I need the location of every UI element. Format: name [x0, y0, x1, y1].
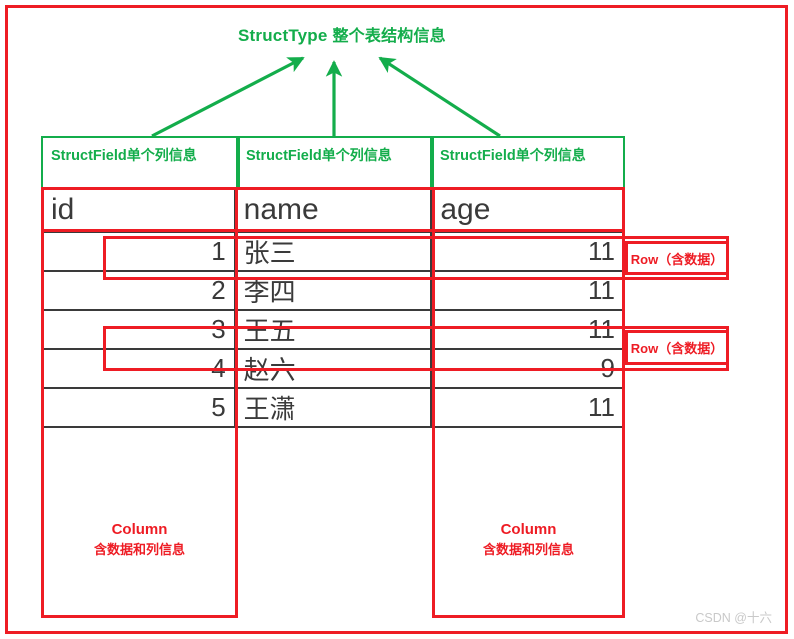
column-callout-id-title: Column — [111, 521, 168, 538]
csdn-watermark: CSDN @十六 — [695, 611, 772, 625]
cell-id-0: 1 — [41, 231, 236, 272]
table-row: 3 王五 11 — [41, 309, 625, 350]
diagram-canvas: StructType 整个表结构信息 StructField单个列信息 Stru… — [0, 0, 794, 639]
row-callout-label-2: Row（含数据） — [630, 341, 724, 356]
row-callout-1: Row（含数据） — [625, 241, 729, 275]
cell-age-3: 9 — [430, 348, 625, 389]
table-row: 4 赵六 9 — [41, 348, 625, 389]
table-header-name: name — [233, 187, 433, 233]
cell-id-4: 5 — [41, 387, 236, 428]
table-row: 2 李四 11 — [41, 270, 625, 311]
cell-id-1: 2 — [41, 270, 236, 311]
structfield-label-2-en: StructField — [440, 148, 516, 164]
cell-id-2: 3 — [41, 309, 236, 350]
structtype-title: StructType 整个表结构信息 — [238, 22, 446, 46]
column-callout-age: Column 含数据和列信息 — [432, 519, 625, 560]
cell-age-2: 11 — [430, 309, 625, 350]
structfield-label-2: StructField单个列信息 — [440, 145, 586, 165]
table-row: 1 张三 11 — [41, 231, 625, 272]
structfield-label-0-zh: 单个列信息 — [126, 147, 197, 163]
table-header-id: id — [41, 187, 236, 233]
arrow-right — [378, 56, 501, 138]
arrow-left — [151, 56, 305, 138]
cell-age-0: 11 — [430, 231, 625, 272]
row-callout-label-1: Row（含数据） — [630, 251, 724, 267]
column-callout-id-desc: 含数据和列信息 — [93, 541, 185, 557]
cell-name-2: 王五 — [233, 309, 433, 350]
cell-age-1: 11 — [430, 270, 625, 311]
column-callout-age-title: Column — [500, 521, 557, 538]
cell-name-3: 赵六 — [233, 348, 433, 389]
cell-name-0: 张三 — [233, 231, 433, 272]
cell-name-4: 王潇 — [233, 387, 433, 428]
column-callout-id: Column 含数据和列信息 — [41, 519, 238, 560]
table-row: 5 王潇 11 — [41, 387, 625, 428]
table-header-row: id name age — [41, 187, 625, 233]
column-callout-age-desc: 含数据和列信息 — [482, 541, 574, 557]
cell-age-4: 11 — [430, 387, 625, 428]
structfield-label-2-zh: 单个列信息 — [515, 147, 586, 163]
schema-table: id name age 1 张三 11 2 李四 11 3 王五 11 4 赵六 — [41, 187, 625, 428]
row-callout-2: Row（含数据） — [625, 330, 729, 365]
cell-id-3: 4 — [41, 348, 236, 389]
structfield-label-0-en: StructField — [51, 148, 127, 164]
cell-name-1: 李四 — [233, 270, 433, 311]
structtype-title-en: StructType — [238, 26, 328, 45]
structfield-label-0: StructField单个列信息 — [51, 145, 197, 165]
structtype-title-zh: 整个表结构信息 — [332, 28, 446, 45]
structfield-label-1: StructField单个列信息 — [246, 145, 392, 165]
table-header-age: age — [430, 187, 625, 233]
structfield-label-1-en: StructField — [246, 148, 322, 164]
structfield-label-1-zh: 单个列信息 — [321, 147, 392, 163]
